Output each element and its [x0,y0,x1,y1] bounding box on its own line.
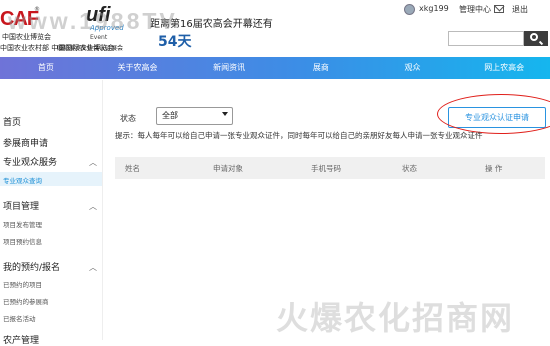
status-select-value: 全部 [162,111,178,120]
status-filter-label: 状态 [120,114,136,123]
user-avatar[interactable] [404,4,415,15]
status-select[interactable]: 全部 [156,107,233,125]
logout-link[interactable]: 退出 [512,4,528,15]
watermark-top: www.1988TV [8,8,178,34]
sidebar: 首页 参展商申请 专业观众服务 ︿ 专业观众查询 项目管理 ︿ 项目发布管理 项… [0,80,102,346]
chevron-up-icon: ︿ [89,158,97,167]
search-button[interactable] [524,31,548,46]
mail-icon[interactable] [494,5,504,13]
sidebar-group-project-mgmt[interactable]: 项目管理 ︿ [3,199,99,212]
nav-item-online-fair[interactable]: 网上农高会 [458,57,550,79]
annotation-circle [437,94,550,134]
chevron-up-icon: ︿ [89,202,97,211]
nav-item-news[interactable]: 新闻资讯 [183,57,275,79]
sidebar-item-exhibitor-apply[interactable]: 参展商申请 [3,136,48,149]
column-header-name: 姓名 [125,164,140,173]
table-body [115,179,545,279]
chevron-up-icon: ︿ [89,263,97,272]
sidebar-group-label: 我的预约/报名 [3,263,61,273]
sidebar-item-registered-events[interactable]: 已报名活动 [3,313,36,323]
watermark-bottom: 火爆农化招商网 [276,299,515,337]
search-input[interactable] [448,31,524,46]
sidebar-group-label: 农产管理 [3,336,40,346]
sidebar-group-label: 专业观众服务 [3,158,58,168]
nav-item-about[interactable]: 关于农高会 [92,57,184,79]
user-name-link[interactable]: xkg199 [419,4,449,13]
sidebar-item-booked-exhibitors[interactable]: 已预约的参展商 [3,296,49,306]
tip-text: 提示：每人每年可以给自己申请一张专业观众证件，同时每年可以给自己的亲朋好友每人申… [115,131,483,140]
sidebar-group-label: 项目管理 [3,202,40,212]
table-header: 姓名 申请对象 手机号码 状态 操 作 [115,157,545,179]
column-header-phone: 手机号码 [311,164,341,173]
sidebar-item-project-booking[interactable]: 项目预约信息 [3,236,42,246]
main-nav: 首页 关于农高会 新闻资讯 展商 观众 网上农高会 [0,57,550,79]
sidebar-item-booked-projects[interactable]: 已预约的项目 [3,279,42,289]
column-header-applicant: 申请对象 [213,164,243,173]
column-header-status: 状态 [402,164,417,173]
caret-down-icon [222,112,228,116]
management-center-link[interactable]: 管理中心 [459,4,491,15]
sidebar-item-project-publish[interactable]: 项目发布管理 [3,219,42,229]
ufi-event-text: Event [90,34,108,41]
divider [102,80,103,340]
sidebar-group-visitor-service[interactable]: 专业观众服务 ︿ [3,155,99,168]
sidebar-item-visitor-query[interactable]: 专业观众查询 [0,172,102,186]
nav-item-visitors[interactable]: 观众 [367,57,459,79]
sidebar-group-my-bookings[interactable]: 我的预约/报名 ︿ [3,260,99,273]
sidebar-item-home[interactable]: 首页 [3,115,21,128]
column-header-actions: 操 作 [485,164,503,173]
nav-item-exhibitors[interactable]: 展商 [275,57,367,79]
nav-item-home[interactable]: 首页 [0,57,92,79]
sidebar-item-label: 专业观众查询 [3,177,42,185]
ufi-subtitle: 国际展览业协会认证展会 [57,45,124,52]
search-icon [530,33,538,41]
